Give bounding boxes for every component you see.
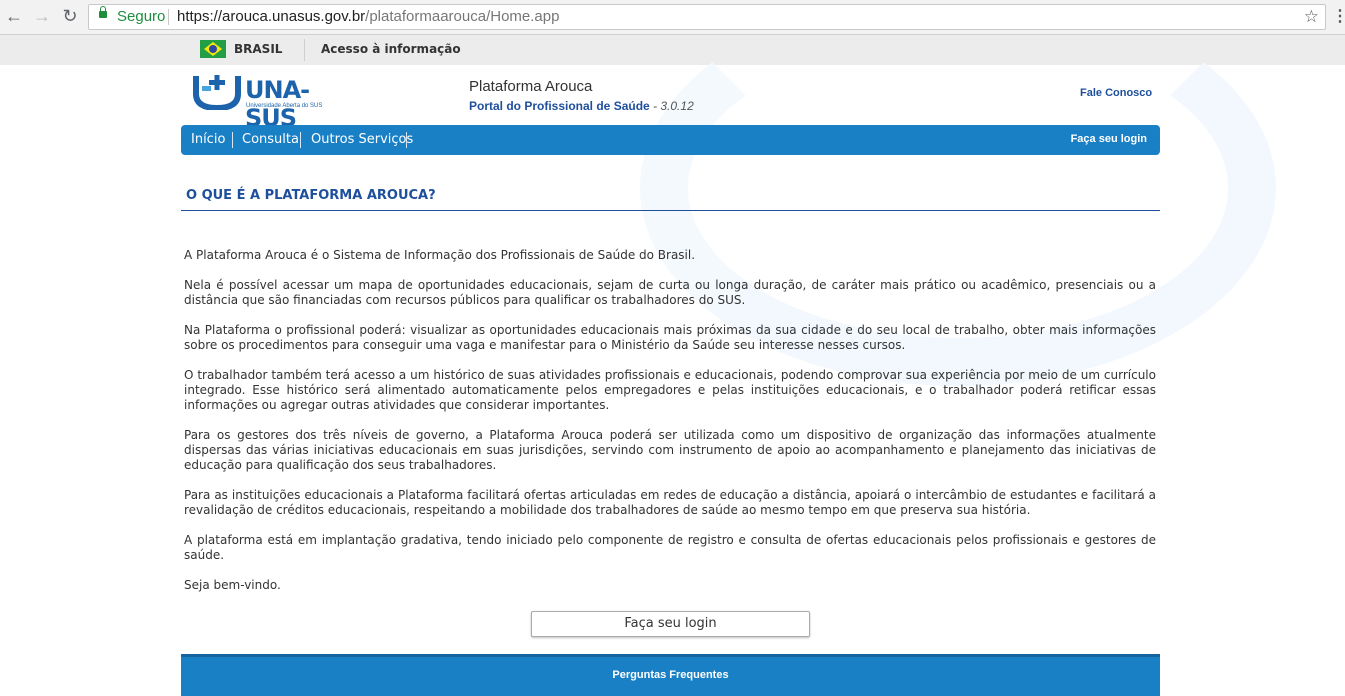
paragraph: O trabalhador também terá acesso a um hi… <box>184 368 1156 412</box>
faq-bar: Perguntas Frequentes <box>181 654 1160 696</box>
flag-circle <box>209 45 217 53</box>
page-title: O QUE É A PLATAFORMA AROUCA? <box>186 188 436 203</box>
faq-link[interactable]: Perguntas Frequentes <box>181 669 1160 681</box>
unasus-logo-icon <box>193 75 241 110</box>
access-info-link[interactable]: Acesso à informação <box>321 42 461 56</box>
title-divider <box>181 210 1160 211</box>
lock-icon <box>99 6 107 18</box>
nav-item-consulta[interactable]: Consulta <box>242 132 299 147</box>
intro-text: A Plataforma Arouca é o Sistema de Infor… <box>184 248 1156 608</box>
logo-subtitle: Universidade Aberta do SUS <box>246 103 323 109</box>
brazil-flag-icon <box>200 40 226 58</box>
reload-icon[interactable]: ↻ <box>60 6 80 26</box>
nav-item-inicio[interactable]: Início <box>191 132 225 147</box>
nav-divider <box>300 132 301 148</box>
gov-divider <box>304 39 305 61</box>
portal-label: Portal do Profissional de Saúde - 3.0.12 <box>469 99 694 113</box>
paragraph: Para as instituições educacionais a Plat… <box>184 488 1156 517</box>
paragraph: A Plataforma Arouca é o Sistema de Infor… <box>184 248 696 262</box>
platform-name: Plataforma Arouca <box>469 78 593 95</box>
unasus-logo[interactable]: UNA-SUS Universidade Aberta do SUS <box>190 70 355 132</box>
star-icon[interactable]: ☆ <box>1304 5 1319 29</box>
nav-divider <box>232 132 233 148</box>
arrow-right-icon[interactable]: → <box>32 6 52 26</box>
kebab-menu-icon[interactable]: ⋮ <box>1332 6 1345 26</box>
paragraph: Seja bem-vindo. <box>184 578 281 592</box>
url-path: /plataformaarouca/Home.app <box>365 8 560 25</box>
main-nav: Início Consulta Outros Serviços Faça seu… <box>181 125 1160 155</box>
version-label: - 3.0.12 <box>653 99 694 113</box>
paragraph: Para os gestores dos três níveis de gove… <box>184 428 1156 472</box>
contact-link[interactable]: Fale Conosco <box>1080 87 1152 99</box>
login-button[interactable]: Faça seu login <box>531 611 810 637</box>
nav-divider <box>406 132 407 148</box>
portal-label-text: Portal do Profissional de Saúde <box>469 99 650 113</box>
paragraph: A plataforma está em implantação gradati… <box>184 533 1156 562</box>
brasil-link[interactable]: BRASIL <box>234 42 282 56</box>
url-host: https://arouca.unasus.gov.br <box>177 8 366 25</box>
arrow-left-icon[interactable]: ← <box>4 6 24 26</box>
nav-item-outros-servicos[interactable]: Outros Serviços <box>311 132 413 147</box>
paragraph: Na Plataforma o profissional poderá: vis… <box>184 323 1156 352</box>
secure-label: Seguro <box>117 8 166 25</box>
nav-login-link[interactable]: Faça seu login <box>1071 133 1147 145</box>
paragraph: Nela é possível acessar um mapa de oport… <box>184 278 1156 307</box>
url-text: https://arouca.unasus.gov.br/plataformaa… <box>177 5 559 29</box>
url-separator <box>168 9 169 25</box>
